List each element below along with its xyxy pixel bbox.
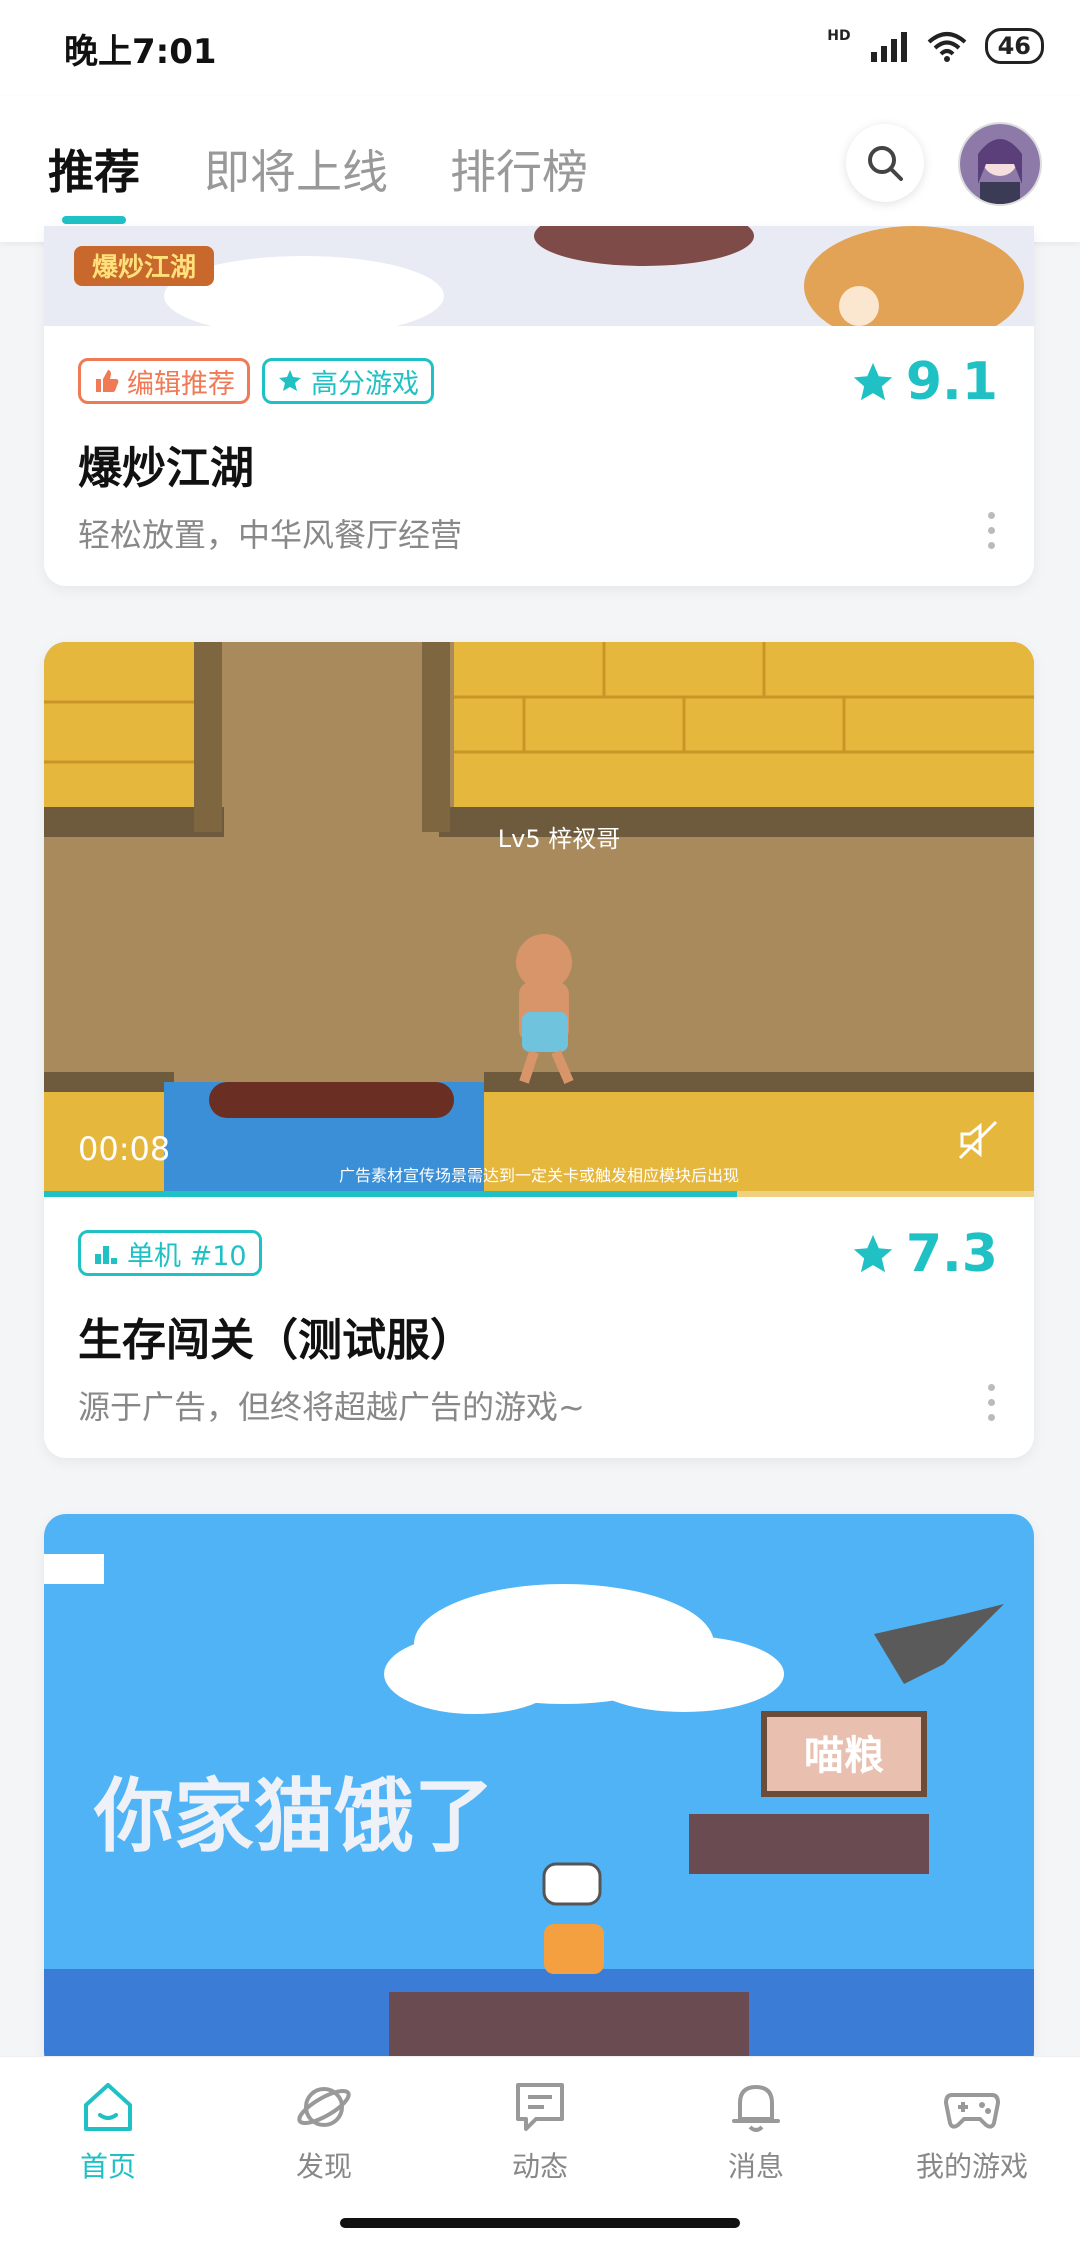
game-video-player[interactable]: Lv5 梓衩哥 <box>44 642 1034 1197</box>
gamepad-icon <box>944 2093 1000 2129</box>
battery-indicator: 46 <box>984 28 1044 64</box>
game-banner-image[interactable]: 你家猫饿了 喵粮 <box>44 1514 1034 2074</box>
player-label: Lv5 梓衩哥 <box>498 825 620 853</box>
top-tab-bar: 推荐 即将上线 排行榜 <box>0 96 1080 242</box>
tab-upcoming[interactable]: 即将上线 <box>204 136 388 202</box>
game-rating: 7.3 <box>850 1224 998 1284</box>
editor-pick-badge: 编辑推荐 <box>78 358 250 404</box>
planet-icon <box>297 2087 351 2127</box>
game-card[interactable]: 爆炒江湖 编辑推荐 高分游戏 9.1 爆炒江湖 轻松放置，中华风餐厅经营 <box>44 226 1034 586</box>
sign-text: 喵粮 <box>804 1733 884 1779</box>
video-progress-bar[interactable] <box>44 1191 1034 1197</box>
nav-feed[interactable]: 动态 <box>460 2079 620 2185</box>
tab-recommend[interactable]: 推荐 <box>48 136 140 202</box>
signal-icon <box>870 32 907 62</box>
status-bar: 晚上7:01 HD 46 <box>0 0 1080 96</box>
banner-logo-text: 爆炒江湖 <box>92 253 196 283</box>
home-indicator-bar <box>340 2218 740 2228</box>
search-icon <box>868 146 903 181</box>
podium-icon <box>95 1246 117 1264</box>
high-score-badge: 高分游戏 <box>262 358 434 404</box>
nav-my-games[interactable]: 我的游戏 <box>892 2079 1052 2185</box>
volume-muted-icon <box>958 1120 998 1160</box>
scene-text: 你家猫饿了 <box>93 1770 494 1863</box>
video-caption: 广告素材宣传场景需达到一定关卡或触发相应模块后出现 <box>338 1166 739 1185</box>
game-title: 爆炒江湖 <box>78 443 254 494</box>
mute-button[interactable] <box>956 1118 1000 1166</box>
star-shield-icon <box>279 370 301 391</box>
nav-messages[interactable]: 消息 <box>676 2079 836 2185</box>
star-icon <box>853 1234 893 1273</box>
bell-icon <box>732 2085 780 2132</box>
more-options-button[interactable] <box>988 1384 998 1421</box>
star-icon <box>853 362 893 401</box>
game-card[interactable]: Lv5 梓衩哥 00:08 广告素材宣传场景需达到一定关卡或触发相应模块后出现 … <box>44 642 1034 1458</box>
game-banner-image[interactable]: 爆炒江湖 <box>44 226 1034 326</box>
active-tab-indicator <box>62 216 126 224</box>
nav-home[interactable]: 首页 <box>28 2079 188 2185</box>
wifi-icon <box>927 32 966 62</box>
game-card[interactable]: 你家猫饿了 喵粮 <box>44 1514 1034 2074</box>
more-options-button[interactable] <box>988 512 998 549</box>
chat-icon <box>516 2083 564 2131</box>
network-label: HD <box>827 28 851 44</box>
nav-discover[interactable]: 发现 <box>244 2079 404 2185</box>
user-avatar[interactable] <box>958 122 1042 206</box>
status-time: 晚上7:01 <box>64 32 217 72</box>
search-button[interactable] <box>846 124 924 202</box>
thumbs-up-icon <box>96 370 119 392</box>
game-description: 源于广告，但终将超越广告的游戏~ <box>78 1388 585 1426</box>
ranking-badge: 单机 #10 <box>78 1230 262 1276</box>
home-icon <box>84 2083 132 2131</box>
tab-ranking[interactable]: 排行榜 <box>450 136 588 202</box>
game-title: 生存闯关（测试服） <box>78 1315 474 1366</box>
game-rating: 9.1 <box>850 352 998 412</box>
game-description: 轻松放置，中华风餐厅经营 <box>78 516 463 554</box>
